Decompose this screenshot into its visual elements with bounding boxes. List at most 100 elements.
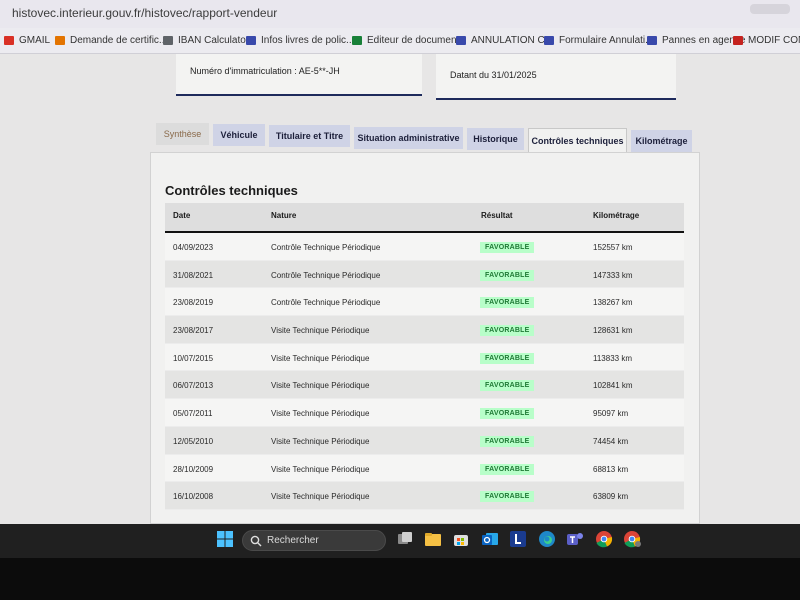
controles-techniques-panel: Contrôles techniques Date Nature Résulta… — [150, 152, 700, 524]
cell-date: 31/08/2021 — [173, 270, 214, 280]
bookmark-label: Demande de certific... — [70, 35, 168, 46]
column-header-nature: Nature — [271, 211, 297, 220]
table-body: 04/09/2023 Contrôle Technique Périodique… — [165, 233, 684, 510]
app-l-icon[interactable] — [509, 530, 527, 548]
table-row: 31/08/2021 Contrôle Technique Périodique… — [165, 260, 684, 289]
cell-date: 10/07/2015 — [173, 353, 214, 363]
cell-nature: Contrôle Technique Périodique — [271, 270, 381, 280]
table-row: 28/10/2009 Visite Technique Périodique F… — [165, 454, 684, 483]
page-icon — [544, 36, 554, 45]
chrome-profile-icon[interactable] — [623, 530, 641, 548]
tab-controles-techniques[interactable]: Contrôles techniques — [528, 128, 627, 152]
section-title: Contrôles techniques — [165, 183, 298, 198]
bookmark-gmail[interactable]: GMAIL — [4, 35, 50, 46]
bookmark-formulaire-annulation[interactable]: Formulaire Annulati... — [544, 35, 654, 46]
tab-historique[interactable]: Historique — [467, 128, 524, 150]
cell-nature: Visite Technique Périodique — [271, 464, 370, 474]
cell-date: 23/08/2019 — [173, 298, 214, 308]
taskbar-search-box[interactable]: Rechercher — [242, 530, 386, 551]
cell-date: 04/09/2023 — [173, 243, 214, 252]
browser-profile-area[interactable] — [750, 4, 790, 14]
bookmark-label: Infos livres de polic... — [261, 35, 355, 46]
status-badge: FAVORABLE — [480, 242, 535, 253]
table-row: 16/10/2008 Visite Technique Périodique F… — [165, 482, 684, 510]
cell-nature: Visite Technique Périodique — [271, 436, 370, 446]
column-header-date: Date — [173, 211, 191, 220]
tab-vehicule[interactable]: Véhicule — [213, 124, 265, 146]
page-icon — [163, 36, 173, 45]
cell-kilometrage: 128631 km — [593, 326, 633, 336]
cell-nature: Visite Technique Périodique — [271, 353, 370, 363]
bookmark-label: ANNULATION C+ — [471, 35, 551, 46]
docs-plus-icon — [352, 36, 362, 45]
bookmark-infos-livres[interactable]: Infos livres de polic... — [246, 35, 354, 46]
cell-date: 16/10/2008 — [173, 492, 214, 502]
bookmark-editeur-documents[interactable]: Editeur de documen... — [352, 35, 465, 46]
bookmark-pannes-agence[interactable]: Pannes en agence — [647, 35, 745, 46]
tab-synthese[interactable]: Synthèse — [156, 123, 209, 145]
cell-nature: Visite Technique Périodique — [271, 326, 370, 336]
cell-date: 28/10/2009 — [173, 464, 214, 474]
tab-kilometrage[interactable]: Kilométrage — [631, 130, 692, 152]
address-bar[interactable]: histovec.interieur.gouv.fr/histovec/rapp… — [0, 0, 800, 28]
windows-start-icon[interactable] — [216, 530, 234, 548]
cell-kilometrage: 95097 km — [593, 409, 629, 419]
outlook-icon[interactable] — [481, 530, 499, 548]
edge-icon[interactable] — [538, 530, 556, 548]
tab-situation-administrative[interactable]: Situation administrative — [354, 127, 463, 149]
cell-nature: Visite Technique Périodique — [271, 381, 370, 391]
cell-date: 05/07/2011 — [173, 409, 213, 419]
windows-taskbar: Rechercher — [0, 524, 800, 558]
table-row: 05/07/2011 Visite Technique Périodique F… — [165, 399, 684, 427]
cell-kilometrage: 63809 km — [593, 492, 629, 502]
status-badge: FAVORABLE — [480, 297, 535, 309]
file-explorer-icon[interactable] — [424, 530, 442, 548]
url-text[interactable]: histovec.interieur.gouv.fr/histovec/rapp… — [12, 6, 277, 20]
bookmark-label: Formulaire Annulati... — [559, 35, 654, 46]
teams-icon[interactable] — [566, 530, 584, 548]
monitor-bezel — [0, 558, 800, 600]
tab-titulaire-titre[interactable]: Titulaire et Titre — [269, 125, 350, 147]
status-badge: FAVORABLE — [480, 380, 535, 392]
cell-kilometrage: 147333 km — [593, 270, 633, 280]
cell-nature: Visite Technique Périodique — [271, 492, 370, 502]
immatriculation-text: Numéro d'immatriculation : AE-5**-JH — [190, 66, 340, 76]
folder-icon — [55, 36, 65, 45]
bookmark-demande-certificat[interactable]: Demande de certific... — [55, 35, 167, 46]
status-badge: FAVORABLE — [480, 435, 535, 447]
cell-date: 06/07/2013 — [173, 381, 214, 391]
bookmark-annulation[interactable]: ANNULATION C+ — [456, 35, 551, 46]
bookmark-iban-calculator[interactable]: IBAN Calculator — [163, 35, 249, 46]
table-row: 23/08/2019 Contrôle Technique Périodique… — [165, 288, 684, 317]
datant-text: Datant du 31/01/2025 — [450, 70, 537, 80]
cell-date: 23/08/2017 — [173, 326, 214, 336]
task-view-icon[interactable] — [396, 530, 414, 548]
chrome-icon[interactable] — [595, 530, 613, 548]
cell-nature: Contrôle Technique Périodique — [271, 243, 381, 252]
cell-nature: Visite Technique Périodique — [271, 409, 370, 419]
column-header-resultat: Résultat — [481, 211, 513, 220]
page-content: Numéro d'immatriculation : AE-5**-JH Dat… — [0, 54, 800, 524]
bookmarks-bar: GMAIL Demande de certific... IBAN Calcul… — [0, 28, 800, 54]
search-icon — [250, 535, 262, 547]
table-row: 10/07/2015 Visite Technique Périodique F… — [165, 343, 684, 372]
status-badge: FAVORABLE — [480, 352, 535, 364]
cell-kilometrage: 68813 km — [593, 464, 629, 474]
status-badge: FAVORABLE — [480, 325, 535, 337]
bookmark-label: Editeur de documen... — [367, 35, 465, 46]
table-row: 12/05/2010 Visite Technique Périodique F… — [165, 426, 684, 455]
table-header: Date Nature Résultat Kilométrage — [165, 203, 684, 233]
store-icon[interactable] — [452, 530, 470, 548]
page-icon — [733, 36, 743, 45]
status-badge: FAVORABLE — [480, 269, 535, 281]
screen: histovec.interieur.gouv.fr/histovec/rapp… — [0, 0, 800, 600]
bookmark-label: GMAIL — [19, 35, 51, 46]
status-badge: FAVORABLE — [480, 408, 535, 420]
page-icon — [246, 36, 256, 45]
table-row: 23/08/2017 Visite Technique Périodique F… — [165, 316, 684, 344]
cell-kilometrage: 102841 km — [593, 381, 633, 391]
table-row: 06/07/2013 Visite Technique Périodique F… — [165, 371, 684, 400]
bookmark-modif-contrat[interactable]: MODIF CONTRA — [733, 35, 800, 46]
column-header-kilometrage: Kilométrage — [593, 211, 640, 220]
vehicle-info-card: Numéro d'immatriculation : AE-5**-JH — [176, 54, 422, 96]
